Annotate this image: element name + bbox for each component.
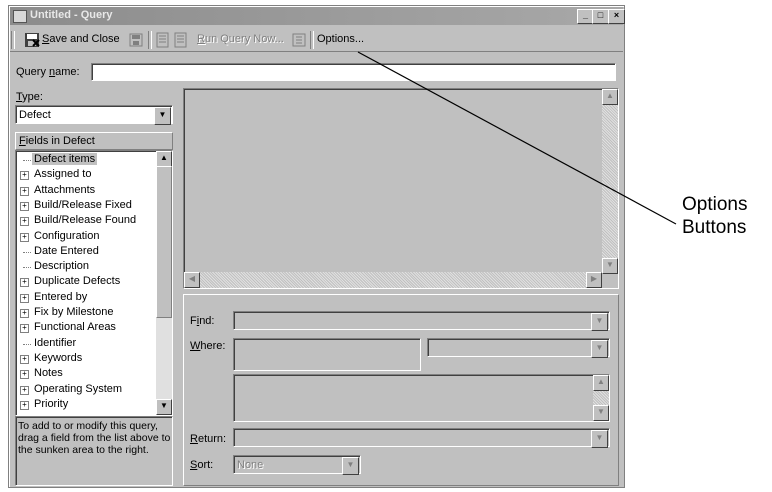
callout-label: Options Buttons [682, 193, 747, 239]
callout-line-1: Options [682, 194, 748, 215]
callout-line-2: Buttons [682, 217, 747, 238]
callout-line [357, 51, 677, 225]
